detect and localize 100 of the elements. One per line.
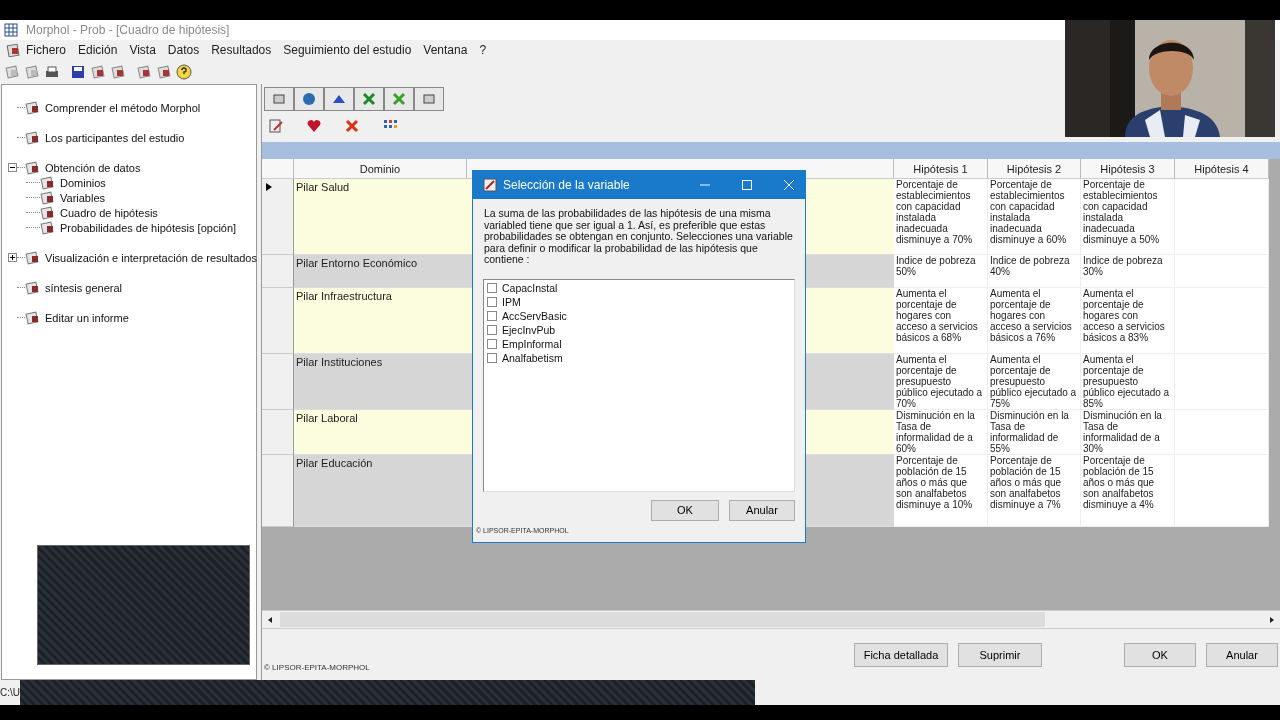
checkbox[interactable] <box>487 310 497 321</box>
tree-item[interactable]: Editar un informe <box>45 311 129 324</box>
tree-item[interactable]: Dominios <box>60 176 106 189</box>
document-icon <box>40 174 56 191</box>
delete-button[interactable]: Suprimir <box>958 643 1042 667</box>
checkbox-label[interactable]: AccServBasic <box>502 309 567 322</box>
menu-item[interactable]: Edición <box>72 43 124 57</box>
maximize-icon[interactable] <box>741 179 753 191</box>
details-button[interactable]: Ficha detallada <box>854 643 948 667</box>
toolbar-button[interactable] <box>384 87 414 111</box>
row-header[interactable] <box>262 354 294 410</box>
monitor-icon <box>421 91 437 107</box>
tree-item[interactable]: Visualización e interpretación de resultados <box>45 251 257 264</box>
menu-item[interactable]: Fichero <box>20 43 72 57</box>
document-icon[interactable] <box>156 64 172 80</box>
help-icon[interactable] <box>176 64 192 80</box>
cancel-button[interactable]: Anular <box>729 499 795 521</box>
expand-toggle[interactable] <box>8 163 17 172</box>
column-header[interactable]: Dominio <box>294 159 467 179</box>
checkbox-label[interactable]: Analfabetism <box>502 351 563 364</box>
document-icon[interactable] <box>4 64 20 80</box>
pencil-icon <box>483 178 497 192</box>
dialog-title: Selección de la variable <box>503 178 631 192</box>
row-header[interactable] <box>262 288 294 354</box>
column-header[interactable]: Hipótesis 4 <box>1175 159 1269 179</box>
document-icon <box>40 189 56 206</box>
toolbar-button[interactable] <box>354 87 384 111</box>
tree-item[interactable]: Obtención de datos <box>45 161 141 174</box>
row-header[interactable] <box>262 255 294 288</box>
cross-icon[interactable] <box>344 118 360 134</box>
document-icon[interactable] <box>90 64 106 80</box>
table-cell: Aumenta el porcentaje de presupuesto público ejecutado a 85% <box>1081 354 1175 410</box>
table-cell: Aumenta el porcentaje de hogares con acceso a servicios básicos a 68% <box>894 288 988 354</box>
checkbox-label[interactable]: CapacInstal <box>502 281 558 294</box>
tree-item[interactable]: síntesis general <box>45 281 123 294</box>
toolbar-button[interactable] <box>264 87 294 111</box>
menu-item[interactable]: ? <box>473 43 493 57</box>
checkbox-label[interactable]: IPM <box>502 295 521 308</box>
toolbar-button[interactable] <box>324 87 354 111</box>
expand-toggle[interactable] <box>8 253 17 262</box>
checkbox-label[interactable]: EmpInformal <box>502 337 562 350</box>
table-cell: Disminución en la Tasa de informalidad de 55% <box>988 410 1081 455</box>
checkbox[interactable] <box>487 324 497 335</box>
column-header[interactable]: Hipótesis 2 <box>988 159 1081 179</box>
checkbox[interactable] <box>487 296 497 307</box>
table-cell: Indice de pobreza 40% <box>988 255 1081 288</box>
toolbar-button[interactable] <box>414 87 444 111</box>
column-header[interactable]: Hipótesis 3 <box>1081 159 1175 179</box>
close-icon[interactable] <box>783 179 795 191</box>
table-cell: Pilar Instituciones <box>294 354 467 410</box>
tree-item[interactable]: Cuadro de hipótesis <box>60 206 158 219</box>
document-icon[interactable] <box>110 64 126 80</box>
table-cell: Porcentaje de población de 15 años o más que son analfabetos disminuye a 4% <box>1081 455 1175 527</box>
table-cell: Pilar Infraestructura <box>294 288 467 354</box>
row-header[interactable] <box>262 455 294 527</box>
tree-item[interactable]: Comprender el método Morphol <box>45 101 201 114</box>
tree-item[interactable]: Probabilidades de hipótesis [opción] <box>60 221 237 234</box>
document-icon <box>25 309 41 326</box>
horizontal-scrollbar[interactable] <box>262 610 1280 629</box>
save-icon[interactable] <box>70 64 86 80</box>
menu-item[interactable]: Resultados <box>205 43 278 57</box>
scroll-thumb[interactable] <box>280 612 1045 627</box>
row-header[interactable] <box>262 410 294 455</box>
cancel-button[interactable]: Anular <box>1206 643 1278 667</box>
table-cell: Indice de pobreza 50% <box>894 255 988 288</box>
print-icon[interactable] <box>44 64 60 80</box>
document-icon <box>25 129 41 146</box>
checkbox-label[interactable]: EjecInvPub <box>502 323 556 336</box>
table-cell: Porcentaje de establecimientos con capacidad instalada inadecuada disminuye a 50% <box>1081 179 1175 255</box>
app-icon <box>4 23 18 37</box>
ok-button[interactable]: OK <box>1124 643 1196 667</box>
window-title: Morphol - Prob - [Cuadro de hipótesis] <box>26 23 230 37</box>
copyright-text: © LIPSOR-EPITA-MORPHOL <box>264 663 370 672</box>
table-cell: Porcentaje de población de 15 años o más que son analfabetos disminuye a 7% <box>988 455 1081 527</box>
menu-item[interactable]: Ventana <box>417 43 474 57</box>
tree-item[interactable]: Los participantes del estudio <box>45 131 185 144</box>
scroll-left-icon[interactable] <box>266 615 274 624</box>
menu-item[interactable]: Seguimiento del estudio <box>277 43 418 57</box>
checkbox[interactable] <box>487 352 497 363</box>
ok-button[interactable]: OK <box>651 499 719 521</box>
document-icon[interactable] <box>136 64 152 80</box>
document-icon <box>25 279 41 296</box>
table-cell: Pilar Laboral <box>294 410 467 455</box>
edit-icon[interactable] <box>268 118 284 134</box>
table-cell: Porcentaje de establecimientos con capacidad instalada inadecuada disminuye a 70% <box>894 179 988 255</box>
row-header[interactable] <box>262 179 294 255</box>
checkbox[interactable] <box>487 282 497 293</box>
document-icon[interactable] <box>6 43 20 57</box>
menu-item[interactable]: Vista <box>123 43 162 57</box>
checkbox[interactable] <box>487 338 497 349</box>
tree-item[interactable]: Variables <box>60 191 106 204</box>
table-cell: Disminución en la Tasa de informalidad de a 30% <box>1081 410 1175 455</box>
table-cell: Pilar Entorno Económico <box>294 255 467 288</box>
heart-icon[interactable] <box>306 118 322 134</box>
column-header[interactable]: Hipótesis 1 <box>894 159 988 179</box>
cross-icon <box>391 91 407 107</box>
menu-item[interactable]: Datos <box>161 43 206 57</box>
scroll-right-icon[interactable] <box>1268 615 1276 624</box>
toolbar-button[interactable] <box>294 87 324 111</box>
monitor-icon <box>271 91 287 107</box>
